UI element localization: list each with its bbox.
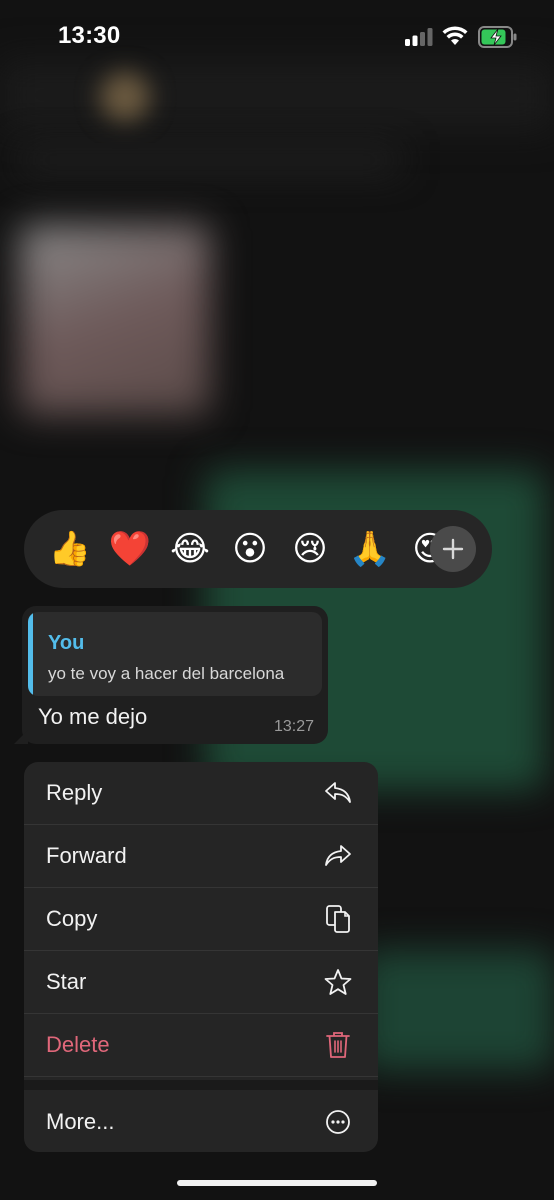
more-reactions-button[interactable]: [430, 526, 476, 572]
status-time: 13:30: [58, 22, 121, 49]
message-text: Yo me dejo: [38, 704, 148, 729]
message-context-menu: Reply Forward Copy Star Delete More...: [24, 762, 378, 1152]
trash-icon: [324, 1031, 352, 1059]
menu-item-more[interactable]: More...: [24, 1090, 378, 1152]
blurred-outgoing-bubble-2: [360, 950, 554, 1070]
blurred-text-line: [20, 150, 400, 170]
reaction-thumbs-up[interactable]: 👍: [40, 532, 100, 566]
menu-item-star[interactable]: Star: [24, 951, 378, 1014]
menu-item-label: Copy: [46, 906, 98, 931]
menu-item-delete[interactable]: Delete: [24, 1014, 378, 1077]
message-timestamp: 13:27: [273, 718, 314, 735]
reaction-heart[interactable]: ❤️: [100, 532, 160, 566]
menu-item-copy[interactable]: Copy: [24, 888, 378, 951]
menu-item-label: Forward: [46, 843, 127, 868]
reaction-surprised[interactable]: 😮: [220, 532, 280, 566]
menu-item-label: Delete: [46, 1032, 110, 1057]
quote-author: You: [48, 632, 85, 654]
status-bar: 13:30: [0, 0, 554, 70]
plus-icon: [442, 538, 464, 560]
forward-icon: [324, 842, 352, 870]
quoted-reply[interactable]: You yo te voy a hacer del barcelona: [28, 612, 322, 696]
menu-item-label: Star: [46, 969, 87, 994]
home-indicator[interactable]: [177, 1180, 377, 1186]
menu-item-label: Reply: [46, 780, 103, 805]
reaction-folded-hands[interactable]: 🙏: [340, 532, 400, 566]
menu-item-reply[interactable]: Reply: [24, 762, 378, 825]
bubble-tail: [14, 730, 28, 744]
cellular-signal-icon: [405, 28, 433, 46]
reaction-tears-of-joy[interactable]: 😂: [160, 532, 220, 566]
star-icon: [324, 968, 352, 996]
menu-separator: [24, 1080, 378, 1090]
message-bubble[interactable]: You yo te voy a hacer del barcelona Yo m…: [14, 606, 328, 744]
blurred-avatar: [100, 72, 150, 122]
menu-item-label: More...: [46, 1108, 115, 1134]
quote-accent-bar: [28, 612, 33, 696]
menu-item-forward[interactable]: Forward: [24, 825, 378, 888]
battery-charging-icon: [478, 26, 517, 48]
blurred-header: [0, 60, 554, 130]
copy-icon: [324, 905, 352, 933]
reaction-picker: 👍 ❤️ 😂 😮 😢 🙏 😍: [24, 510, 492, 588]
reply-icon: [324, 779, 352, 807]
ellipsis-circle-icon: [324, 1108, 352, 1136]
reaction-crying[interactable]: 😢: [280, 532, 340, 566]
quote-text: yo te voy a hacer del barcelona: [48, 664, 285, 683]
wifi-icon: [442, 26, 468, 45]
blurred-image-message: [20, 225, 210, 415]
